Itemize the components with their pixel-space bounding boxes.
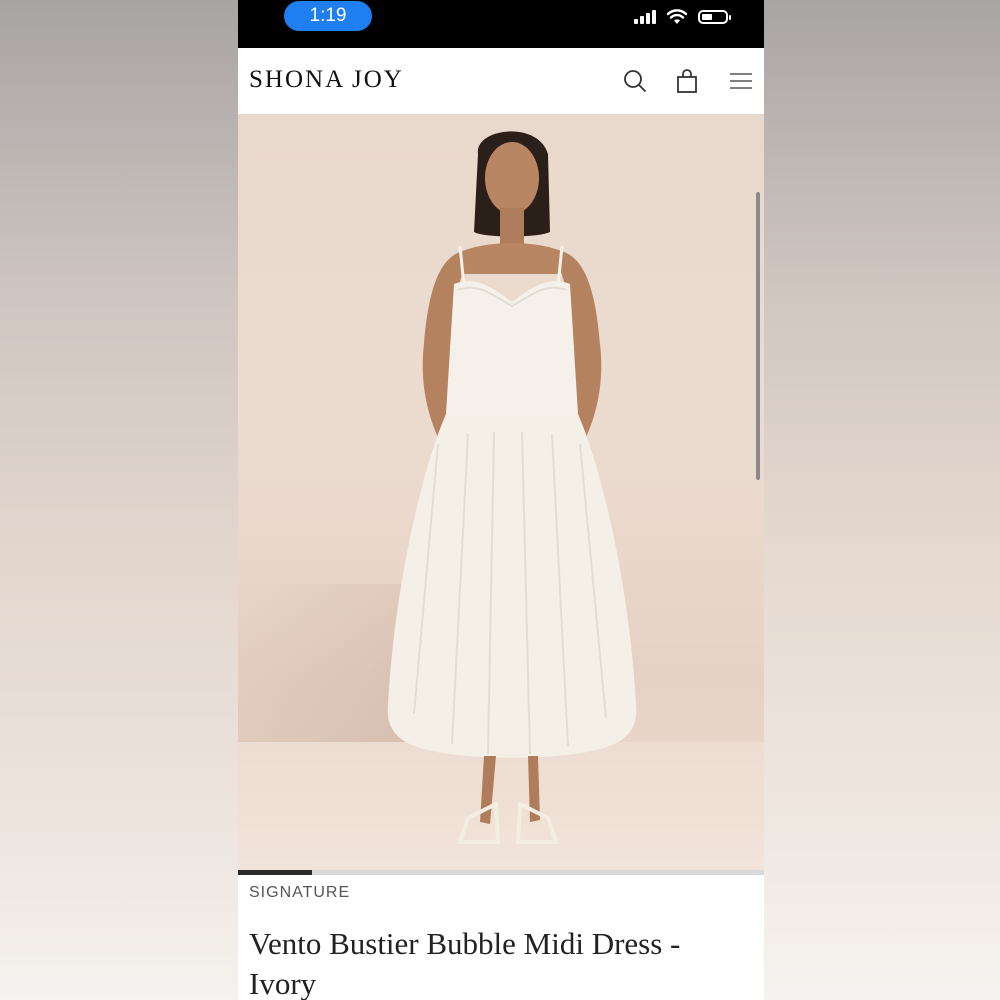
shopping-bag-icon[interactable] [674, 68, 700, 94]
background-blur-right [764, 0, 1000, 1000]
menu-icon[interactable] [728, 68, 754, 94]
gallery-progress [238, 870, 764, 875]
background-blur-left [0, 0, 238, 1000]
product-photo[interactable] [238, 114, 764, 870]
page-scrollbar[interactable] [756, 192, 760, 480]
phone-screen: 1:19 SHONA JOY SIGNATURE Vento Bustier B… [238, 0, 764, 1000]
site-header: SHONA JOY [238, 48, 764, 114]
brand-logo[interactable]: SHONA JOY [249, 66, 404, 94]
search-icon[interactable] [622, 68, 648, 94]
gallery-progress-fill [238, 870, 312, 875]
product-category[interactable]: SIGNATURE [249, 884, 350, 902]
battery-icon [698, 10, 731, 24]
status-icons [634, 9, 731, 25]
status-time: 1:19 [284, 1, 372, 31]
model-figure [387, 131, 637, 844]
signal-icon [634, 10, 656, 24]
status-bar: 1:19 [238, 0, 764, 48]
wifi-icon [666, 9, 688, 24]
product-title: Vento Bustier Bubble Midi Dress - Ivory [249, 926, 681, 1000]
